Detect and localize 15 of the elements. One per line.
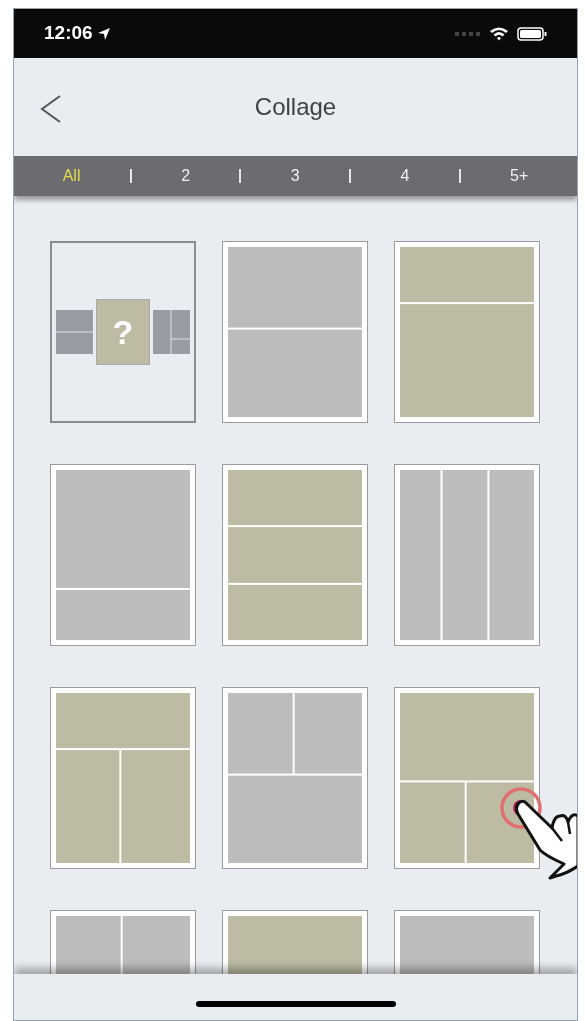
two-row-layout-icon: [56, 310, 93, 354]
filter-tab[interactable]: 5+: [502, 164, 537, 188]
cellular-signal-icon: [455, 30, 481, 37]
three-panel-layout-icon: [153, 310, 190, 354]
filter-tab[interactable]: 4: [392, 164, 418, 188]
back-chevron-icon: [40, 95, 62, 123]
wifi-icon: [489, 26, 509, 41]
battery-icon: [517, 26, 547, 41]
question-mark-tile: ?: [96, 299, 150, 365]
location-arrow-icon: [96, 26, 111, 41]
filter-tab[interactable]: 3: [282, 164, 308, 188]
filter-tab[interactable]: 2: [173, 164, 199, 188]
page-title: Collage: [254, 92, 337, 122]
status-time: 12:06: [44, 21, 93, 46]
filter-tab[interactable]: All: [54, 164, 89, 188]
